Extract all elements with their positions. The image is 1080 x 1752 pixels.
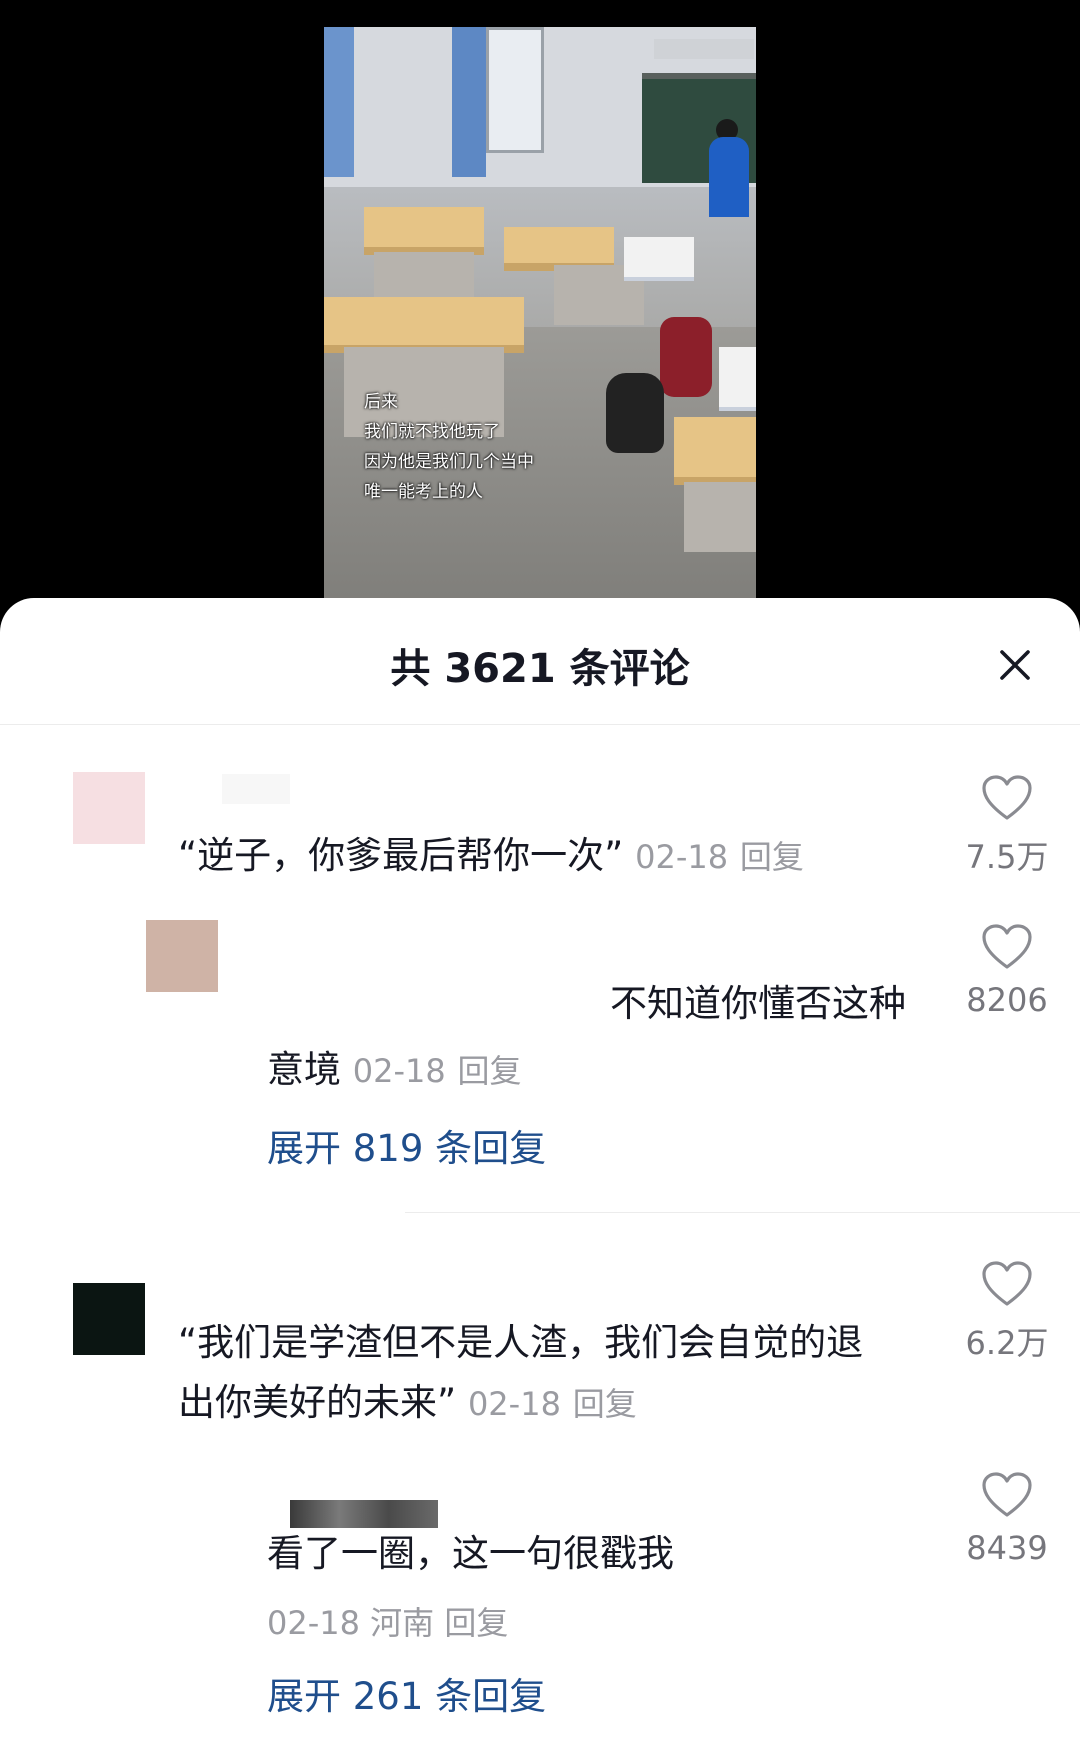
expand-replies-button[interactable]: 展开 819 条回复 — [267, 1118, 546, 1172]
book-stack — [624, 237, 694, 281]
comment-text-line: “我们是学渣但不是人渣，我们会自觉的退 — [178, 1321, 864, 1364]
black-bag — [606, 373, 664, 453]
comment-body: “逆子，你爹最后帮你一次” — [178, 834, 624, 877]
like-button[interactable]: 8439 — [957, 1471, 1057, 1567]
subtitle-line: 我们就不找他玩了 — [364, 422, 500, 442]
desk — [324, 297, 524, 353]
comment-date: 02-18 — [467, 1385, 561, 1423]
reply-button[interactable]: 回复 — [573, 1385, 637, 1423]
reply-button[interactable]: 回复 — [740, 838, 804, 876]
comment-text: 看了一圈，这一句很戳我 — [267, 1532, 674, 1575]
reply-button[interactable]: 回复 — [458, 1052, 522, 1090]
like-count: 8439 — [966, 1529, 1048, 1567]
close-button[interactable] — [990, 640, 1040, 690]
comment-text: 出你美好的未来” 02-18 回复 — [178, 1373, 637, 1434]
like-button[interactable]: 8206 — [957, 923, 1057, 1019]
video-frame[interactable]: 后来 我们就不找他玩了 因为他是我们几个当中 唯一能考上的人 — [324, 27, 756, 607]
comment-text: 意境 02-18 回复 — [267, 1040, 522, 1101]
comment-location: 河南 — [370, 1604, 435, 1642]
comment-body: 出你美好的未来” — [178, 1381, 457, 1424]
video-area[interactable]: 后来 我们就不找他玩了 因为他是我们几个当中 唯一能考上的人 — [0, 0, 1080, 620]
desk — [674, 417, 756, 485]
classroom-window — [486, 27, 544, 153]
wall-banner — [654, 39, 754, 59]
subtitle-line: 唯一能考上的人 — [364, 482, 483, 502]
heart-icon — [982, 924, 1032, 969]
curtain-blue — [452, 27, 486, 177]
heart-icon — [982, 775, 1032, 820]
avatar[interactable] — [146, 920, 218, 992]
expand-replies-button[interactable]: 展开 261 条回复 — [267, 1666, 546, 1720]
avatar[interactable] — [73, 772, 145, 844]
subtitle-line: 后来 — [364, 392, 398, 412]
comment-body: 意境 — [267, 1048, 341, 1091]
video-subtitle: 后来 我们就不找他玩了 因为他是我们几个当中 唯一能考上的人 — [364, 387, 534, 507]
desk-body — [684, 482, 756, 552]
comment-meta: 02-18 河南 回复 — [267, 1598, 508, 1644]
heart-icon — [982, 1472, 1032, 1517]
like-count: 8206 — [966, 981, 1048, 1019]
like-count: 6.2万 — [965, 1324, 1049, 1362]
like-count: 7.5万 — [965, 838, 1049, 876]
comment-text-line: 不知道你懂否这种 — [610, 982, 906, 1025]
book-stack — [719, 347, 756, 411]
comment-date: 02-18 — [267, 1604, 360, 1642]
heart-icon — [982, 1261, 1032, 1306]
comment-panel-header: 共 3621 条评论 — [0, 598, 1080, 725]
comment-date: 02-18 — [635, 838, 729, 876]
subtitle-line: 因为他是我们几个当中 — [364, 452, 534, 472]
avatar[interactable] — [73, 1283, 145, 1355]
comment-divider — [405, 1212, 1080, 1213]
comment-count-title: 共 3621 条评论 — [390, 646, 690, 692]
like-button[interactable]: 6.2万 — [957, 1260, 1057, 1364]
desk — [364, 207, 484, 255]
reply-button[interactable]: 回复 — [444, 1604, 508, 1642]
curtain-left — [324, 27, 354, 177]
student-figure — [709, 137, 749, 217]
comment-text: “逆子，你爹最后帮你一次” 02-18 回复 — [178, 826, 804, 887]
red-backpack — [660, 317, 712, 397]
comment-panel: 共 3621 条评论 “逆子，你爹最后帮你一次” 02-18 回复 7.5万 不… — [0, 598, 1080, 1752]
close-icon — [1000, 650, 1030, 680]
comment-date: 02-18 — [352, 1052, 446, 1090]
like-button[interactable]: 7.5万 — [957, 774, 1057, 878]
username-blurred — [222, 774, 290, 804]
